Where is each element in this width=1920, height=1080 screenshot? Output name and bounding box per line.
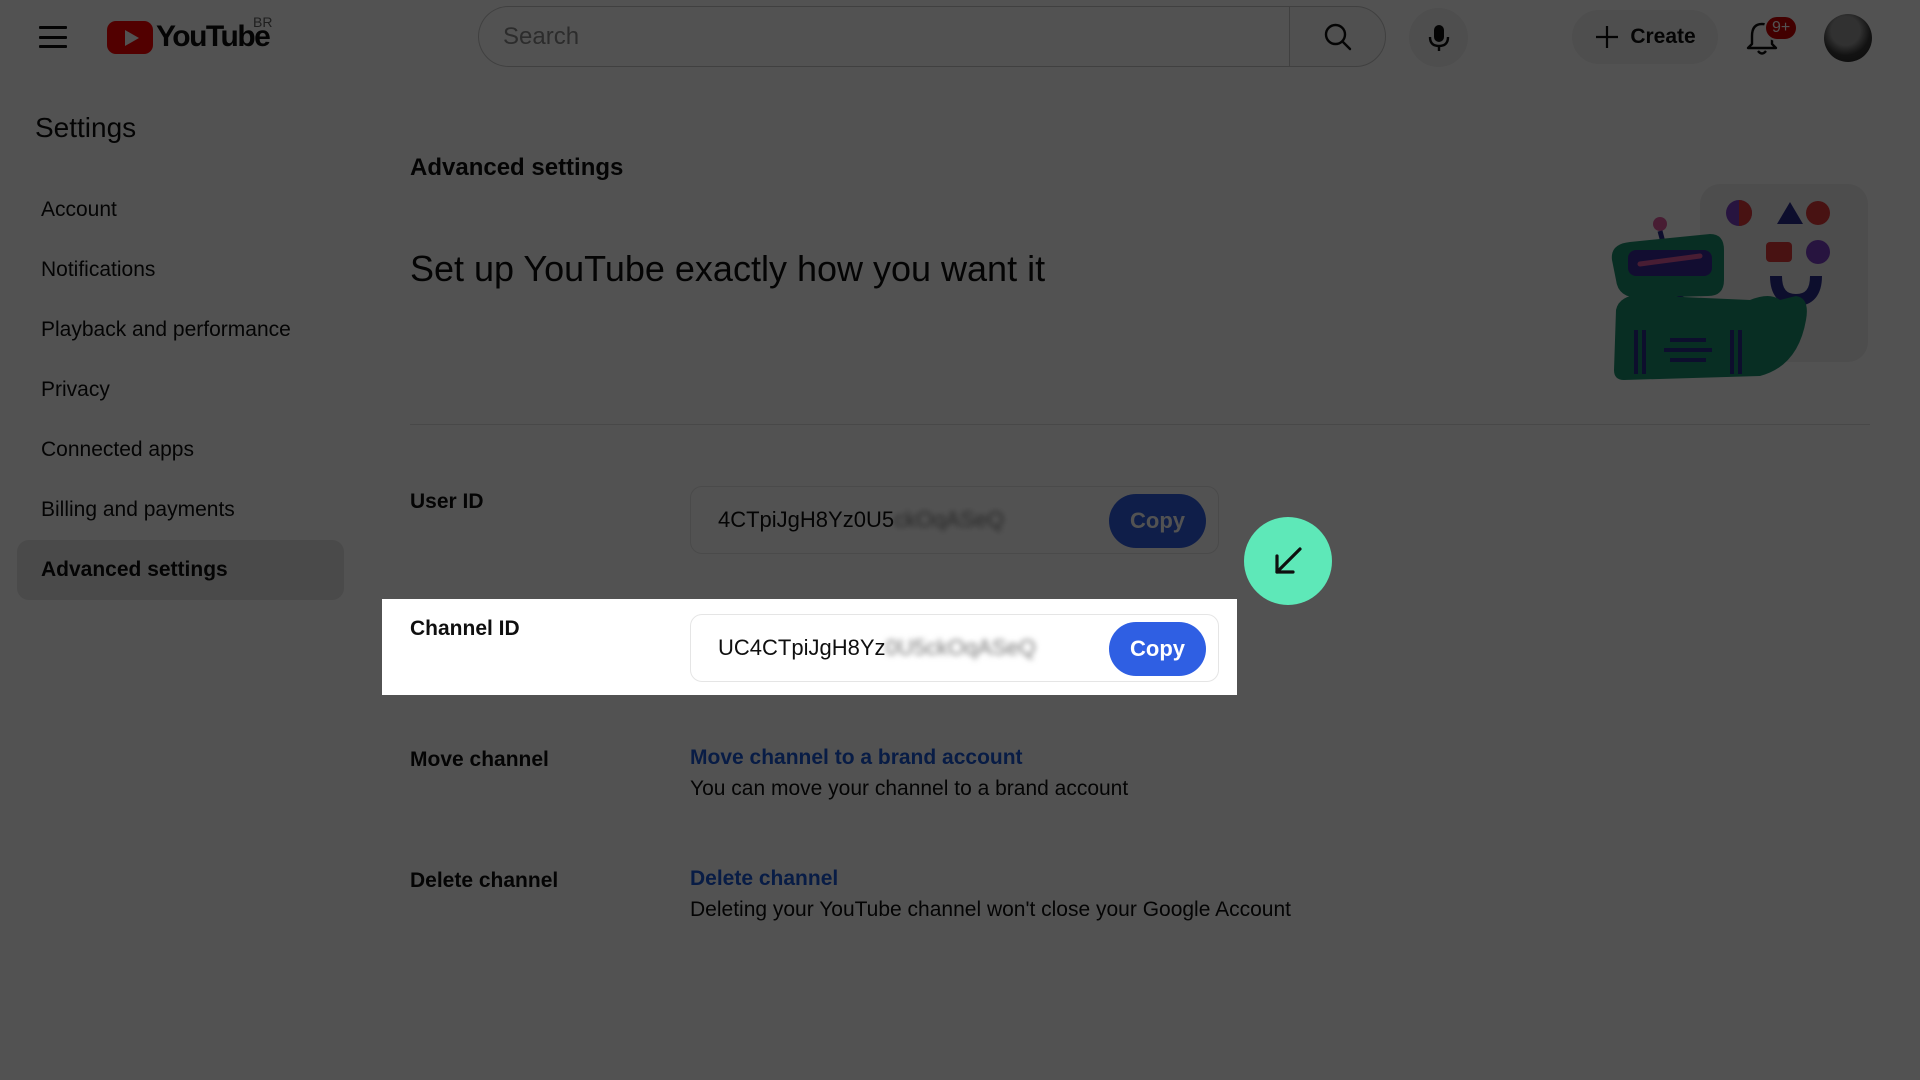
create-button[interactable]: Create (1572, 10, 1718, 64)
notification-badge: 9+ (1764, 15, 1799, 41)
sidebar-item-advanced-settings[interactable]: Advanced settings (17, 540, 344, 600)
settings-title: Settings (35, 112, 137, 143)
move-channel-link[interactable]: Move channel to a brand account (690, 746, 1023, 770)
search-bar: Search (478, 6, 1386, 67)
mic-icon (1428, 24, 1449, 51)
copy-channel-id-button[interactable]: Copy (1109, 622, 1206, 676)
youtube-logo[interactable]: YouTube (107, 20, 271, 54)
youtube-play-icon (107, 20, 153, 54)
user-id-value: 4CTpiJgH8Yz0U5 (718, 507, 895, 532)
move-channel-label: Move channel (410, 748, 549, 771)
top-bar: YouTube BR Search Create 9+ (0, 0, 1920, 74)
user-id-label: User ID (410, 490, 484, 513)
search-input[interactable]: Search (478, 6, 1289, 67)
move-channel-description: You can move your channel to a brand acc… (690, 777, 1129, 800)
menu-icon[interactable] (37, 22, 69, 52)
sidebar-item-notifications[interactable]: Notifications (17, 240, 344, 300)
channel-id-field: UC4CTpiJgH8Yz 0U5ckOqASeQ Copy (690, 614, 1219, 682)
copy-user-id-button[interactable]: Copy (1109, 494, 1206, 548)
plus-icon (1596, 26, 1619, 48)
channel-id-highlight: Channel ID UC4CTpiJgH8Yz 0U5ckOqASeQ Copy (382, 599, 1237, 695)
page-headline: Set up YouTube exactly how you want it (410, 248, 1046, 289)
avatar[interactable] (1824, 14, 1872, 62)
channel-id-value-redacted: 0U5ckOqASeQ (885, 635, 1036, 660)
search-icon (1324, 23, 1351, 50)
search-button[interactable] (1289, 6, 1386, 67)
sidebar-item-connected-apps[interactable]: Connected apps (17, 420, 344, 480)
sidebar-item-playback[interactable]: Playback and performance (17, 300, 344, 360)
create-label: Create (1630, 25, 1696, 48)
sidebar-item-billing[interactable]: Billing and payments (17, 480, 344, 540)
country-code: BR (253, 14, 273, 30)
settings-illustration (1611, 184, 1868, 380)
arrow-down-left-icon (1275, 547, 1302, 574)
user-id-value-redacted: ckOqASeQ (894, 507, 1005, 532)
section-divider (410, 424, 1870, 425)
sidebar-item-account[interactable]: Account (17, 180, 344, 240)
settings-nav: Account Notifications Playback and perfo… (17, 180, 344, 600)
channel-id-label: Channel ID (410, 617, 520, 640)
user-id-field: 4CTpiJgH8Yz0U5 ckOqASeQ Copy (690, 486, 1219, 554)
section-label: Advanced settings (410, 154, 624, 181)
channel-id-value: UC4CTpiJgH8Yz (718, 635, 886, 660)
pointer-badge (1244, 517, 1332, 605)
voice-search-button[interactable] (1409, 8, 1468, 67)
sidebar-item-privacy[interactable]: Privacy (17, 360, 344, 420)
delete-channel-link[interactable]: Delete channel (690, 867, 838, 891)
delete-channel-description: Deleting your YouTube channel won't clos… (690, 898, 1291, 921)
delete-channel-label: Delete channel (410, 869, 559, 892)
